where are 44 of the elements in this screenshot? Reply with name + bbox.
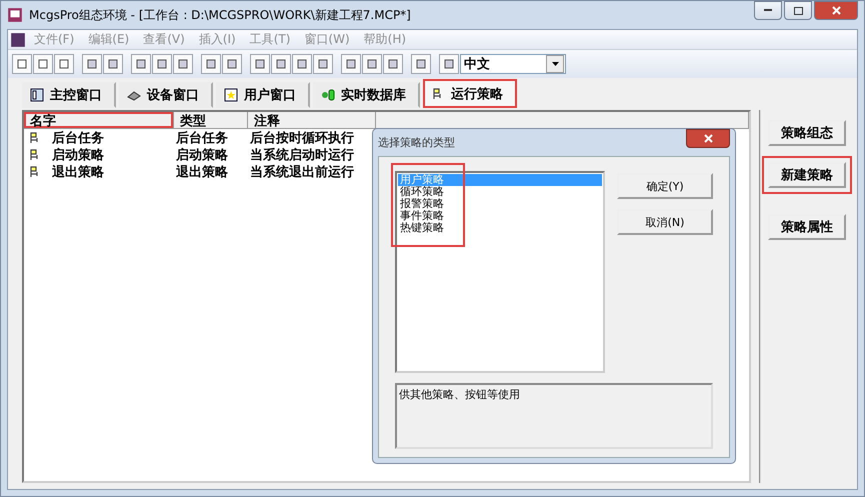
column-header[interactable]: 注释 — [248, 112, 376, 129]
list-item[interactable]: 热键策略 — [398, 222, 602, 234]
database-icon — [321, 88, 335, 102]
table-cell-text: 当系统退出前运行 — [250, 164, 354, 180]
description-box: 供其他策略、按钮等使用 — [395, 383, 713, 449]
tab[interactable]: 设备窗口 — [119, 82, 213, 108]
app-logo-icon — [7, 7, 23, 23]
caret-icon — [552, 62, 558, 66]
side-button[interactable]: 策略组态 — [768, 120, 846, 146]
column-header[interactable]: 类型 — [174, 112, 248, 129]
language-select[interactable]: 中文 — [460, 54, 566, 74]
table-cell-text: 当系统启动时运行 — [250, 146, 354, 164]
table-cell-text: 退出策略 — [176, 164, 228, 180]
dialog-title: 选择策略的类型 — [378, 135, 455, 150]
table-cell-text: 后台任务 — [52, 130, 104, 146]
close-button[interactable] — [686, 129, 730, 148]
close-icon — [832, 6, 840, 15]
tab[interactable]: 用户窗口 — [216, 82, 310, 108]
column-header[interactable]: 名字 — [24, 112, 174, 129]
list-item[interactable]: 报警策略 — [398, 198, 602, 210]
table-cell-text: 启动策略 — [52, 146, 104, 164]
strategy-type-list[interactable]: 用户策略 循环策略 报警策略 事件策略 热键策略 — [395, 171, 605, 373]
window-panel-icon — [30, 88, 44, 102]
close-button[interactable] — [814, 1, 858, 20]
close-icon — [704, 134, 712, 143]
maximize-icon — [794, 6, 802, 14]
table-cell-text: 启动策略 — [176, 146, 228, 164]
list-item[interactable]: 事件策略 — [398, 210, 602, 222]
side-button[interactable]: 新建策略 — [768, 162, 846, 188]
table-cell-text: 退出策略 — [52, 164, 104, 180]
maximize-button[interactable] — [784, 1, 812, 20]
side-button[interactable]: 策略属性 — [768, 214, 846, 240]
list-item[interactable]: 循环策略 — [398, 186, 602, 198]
dialog-button[interactable]: 确定(Y) — [617, 173, 713, 199]
minimize-icon — [764, 9, 772, 12]
minimize-button[interactable] — [754, 1, 782, 20]
star-window-icon — [224, 88, 238, 102]
window-title: McgsPro组态环境 - [工作台 : D:\MCGSPRO\WORK\新建工程7.MCP*] — [29, 6, 412, 24]
dialog-button[interactable]: 取消(N) — [617, 209, 713, 235]
table-cell-text: 后台任务 — [176, 130, 228, 146]
tab[interactable]: 运行策略 — [423, 79, 517, 108]
table-cell-text: 后台按时循环执行 — [250, 130, 354, 146]
tab[interactable]: 主控窗口 — [22, 82, 116, 108]
tab[interactable]: 实时数据库 — [313, 82, 420, 108]
